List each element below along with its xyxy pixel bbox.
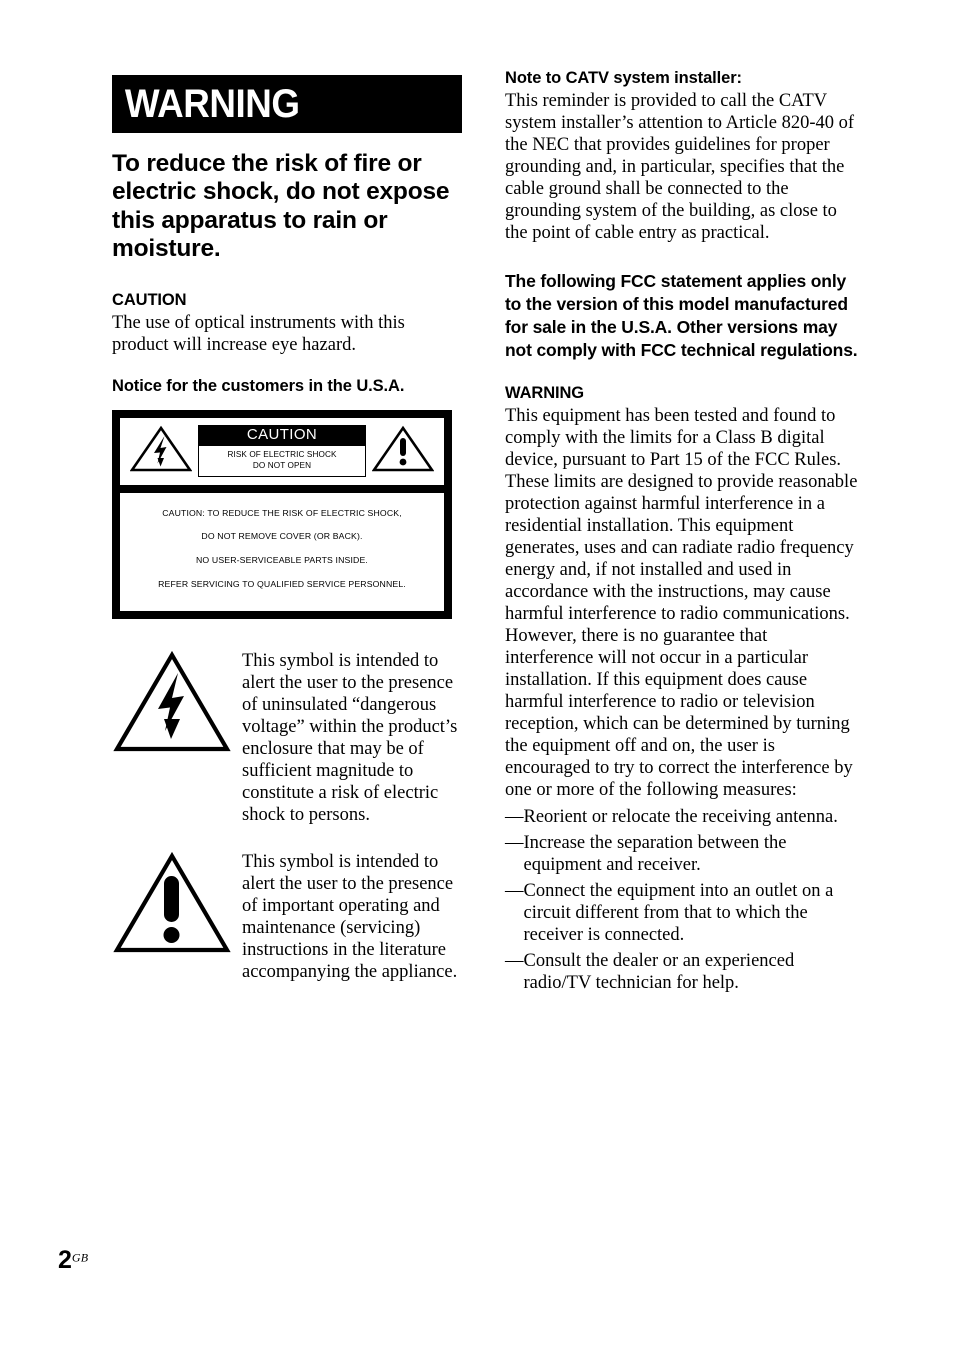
fcc-warning-body: This equipment has been tested and found… [505,405,858,800]
left-column: WARNING To reduce the risk of fire or el… [112,75,462,983]
caution-center-subtitle-line2: DO NOT OPEN [252,460,312,470]
fcc-measures-list: — Reorient or relocate the receiving ant… [505,806,860,994]
exclamation-triangle-icon [371,425,435,478]
caution-body: The use of optical instruments with this… [112,312,405,355]
main-warning-heading: To reduce the risk of fire or electric s… [112,150,450,263]
warning-banner: WARNING [112,75,462,133]
page-number: 2 [58,1246,72,1274]
catv-body: This reminder is provided to call the CA… [505,91,855,244]
fcc-warning-heading: WARNING [505,383,585,402]
caution-section: CAUTION The use of optical instruments w… [112,290,462,356]
caution-label-body: CAUTION: TO REDUCE THE RISK OF ELECTRIC … [120,493,444,611]
symbol-explanation-voltage: This symbol is intended to alert the use… [112,645,462,826]
symbol-explanation-servicing-text: This symbol is intended to alert the use… [242,852,458,983]
list-item: — Reorient or relocate the receiving ant… [505,806,860,828]
caution-center-label: CAUTION RISK OF ELECTRIC SHOCK DO NOT OP… [198,425,366,478]
usa-notice-heading: Notice for the customers in the U.S.A. [112,376,405,395]
caution-label-line-3: NO USER-SERVICEABLE PARTS INSIDE. [196,555,368,565]
list-item-label: Increase the separation between the equi… [523,832,787,875]
list-item: — Consult the dealer or an experienced r… [505,950,860,994]
caution-center-title: CAUTION [199,426,365,446]
catv-heading: Note to CATV system installer: [505,69,742,87]
lightning-bolt-triangle-large-icon [112,645,242,762]
caution-heading: CAUTION [112,290,187,309]
symbol-explanation-voltage-text: This symbol is intended to alert the use… [242,651,458,826]
caution-label-box: CAUTION RISK OF ELECTRIC SHOCK DO NOT OP… [112,409,452,620]
list-dash-icon: — [505,880,524,901]
fcc-warning-section: WARNING This equipment has been tested a… [505,383,860,994]
list-item-label: Reorient or relocate the receiving anten… [523,806,838,827]
symbol-explanation-servicing: This symbol is intended to alert the use… [112,846,462,983]
catv-section: Note to CATV system installer: This remi… [505,68,860,244]
caution-center-subtitle: RISK OF ELECTRIC SHOCK DO NOT OPEN [199,446,365,477]
page-region-code: GB [71,1250,89,1265]
caution-label-line-4: REFER SERVICING TO QUALIFIED SERVICE PER… [158,578,406,589]
lightning-bolt-triangle-icon [129,425,193,478]
warning-banner-label: WARNING [124,82,300,126]
list-item-label: Connect the equipment into an outlet on … [523,880,834,945]
document-page: WARNING To reduce the risk of fire or el… [0,0,954,1357]
list-item: — Connect the equipment into an outlet o… [505,880,860,946]
list-item-label: Consult the dealer or an experienced rad… [523,950,795,993]
fcc-applies-section: The following FCC statement applies only… [505,270,860,362]
list-dash-icon: — [505,950,524,971]
list-item: — Increase the separation between the eq… [505,832,860,876]
list-dash-icon: — [505,806,524,827]
list-dash-icon: — [505,832,524,853]
usa-notice-section: Notice for the customers in the U.S.A. [112,376,462,396]
caution-label-line-2: DO NOT REMOVE COVER (OR BACK). [201,531,363,542]
caution-label-top-row: CAUTION RISK OF ELECTRIC SHOCK DO NOT OP… [120,418,444,493]
caution-center-subtitle-line1: RISK OF ELECTRIC SHOCK [227,449,337,459]
fcc-applies-heading: The following FCC statement applies only… [505,271,858,361]
page-footer: 2GB [58,1248,88,1273]
caution-label-line-1: CAUTION: TO REDUCE THE RISK OF ELECTRIC … [162,507,402,518]
right-column: Note to CATV system installer: This remi… [505,68,860,998]
exclamation-triangle-large-icon [112,846,242,963]
